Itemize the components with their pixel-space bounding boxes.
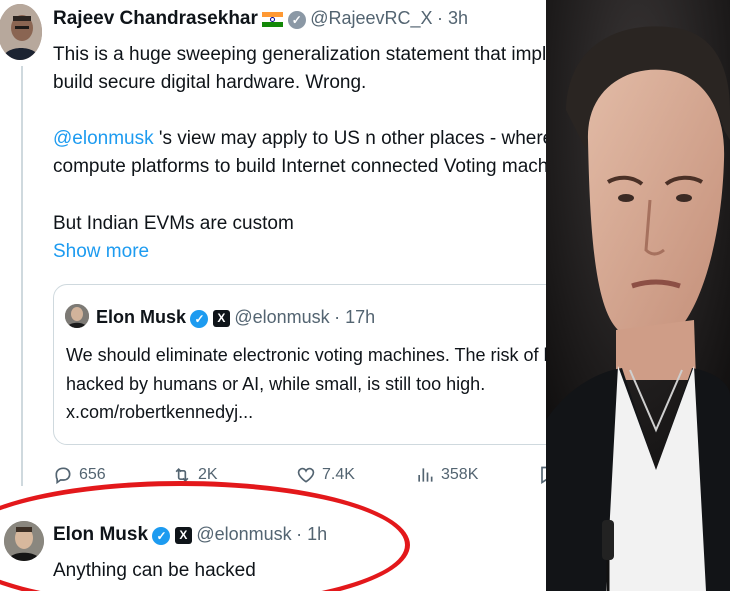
reply-count: 656 (79, 466, 106, 483)
author-handle[interactable]: @elonmusk (234, 307, 329, 327)
tweet-text-line: compute platforms to build Internet conn… (53, 156, 546, 177)
quoted-text-line: We should eliminate electronic voting ma… (66, 345, 546, 365)
author-handle[interactable]: @RajeevRC_X (310, 8, 432, 28)
elon-quote-avatar[interactable] (65, 304, 89, 328)
author-name[interactable]: Elon Musk (96, 307, 186, 327)
tweet-thread-screenshot: Rajeev Chandrasekhar ✓ @RajeevRC_X · 3h … (0, 0, 546, 591)
tweet-time[interactable]: · 3h (437, 8, 468, 28)
views-count: 358K (441, 466, 479, 483)
verified-badge-icon: ✓ (287, 10, 306, 29)
author-name[interactable]: Rajeev Chandrasekhar (53, 8, 258, 29)
show-more-link[interactable]: Show more (53, 237, 149, 266)
man-portrait-icon (546, 0, 730, 591)
verified-badge-icon: ✓ (190, 309, 209, 328)
tweet-text-line: build secure digital hardware. Wrong. (53, 72, 367, 93)
quoted-tweet-card[interactable]: Elon Musk ✓ X @elonmusk · 17h We should … (53, 284, 546, 445)
views-button[interactable]: 358K (415, 465, 478, 485)
quoted-tweet-header: Elon Musk ✓ X @elonmusk · 17h (96, 307, 375, 328)
highlight-oval (0, 481, 410, 591)
thread-connector-line (21, 66, 23, 486)
tweet-text-fragment: 's view may apply to US n other places -… (158, 128, 546, 149)
rajeev-avatar[interactable] (0, 4, 42, 60)
mention-link[interactable]: @elonmusk (53, 128, 154, 149)
portrait-photo (546, 0, 730, 591)
x-affiliate-icon: X (212, 310, 230, 328)
analytics-icon (418, 468, 433, 482)
bookmark-button[interactable] (537, 465, 546, 485)
person-avatar-icon (65, 304, 89, 328)
reply-icon (55, 467, 71, 485)
tweet-text-line: This is a huge sweeping generalization s… (53, 44, 546, 65)
person-avatar-icon (0, 4, 42, 60)
heart-icon (297, 467, 315, 483)
like-button[interactable]: 7.4K (296, 465, 355, 485)
tweet-text-line: @elonmusk 's view may apply to US n othe… (53, 124, 546, 153)
tweet-time[interactable]: · 17h (334, 307, 375, 327)
india-flag-icon (262, 12, 284, 28)
quoted-link-text[interactable]: x.com/robertkennedyj... (66, 398, 253, 427)
reply-button[interactable]: 656 (53, 465, 106, 485)
main-tweet-header: Rajeev Chandrasekhar ✓ @RajeevRC_X · 3h (53, 8, 468, 30)
bookmark-icon (541, 466, 546, 485)
tweet-text-line: But Indian EVMs are custom (53, 213, 294, 234)
quoted-text-line: hacked by humans or AI, while small, is … (66, 374, 486, 394)
like-count: 7.4K (322, 466, 355, 483)
